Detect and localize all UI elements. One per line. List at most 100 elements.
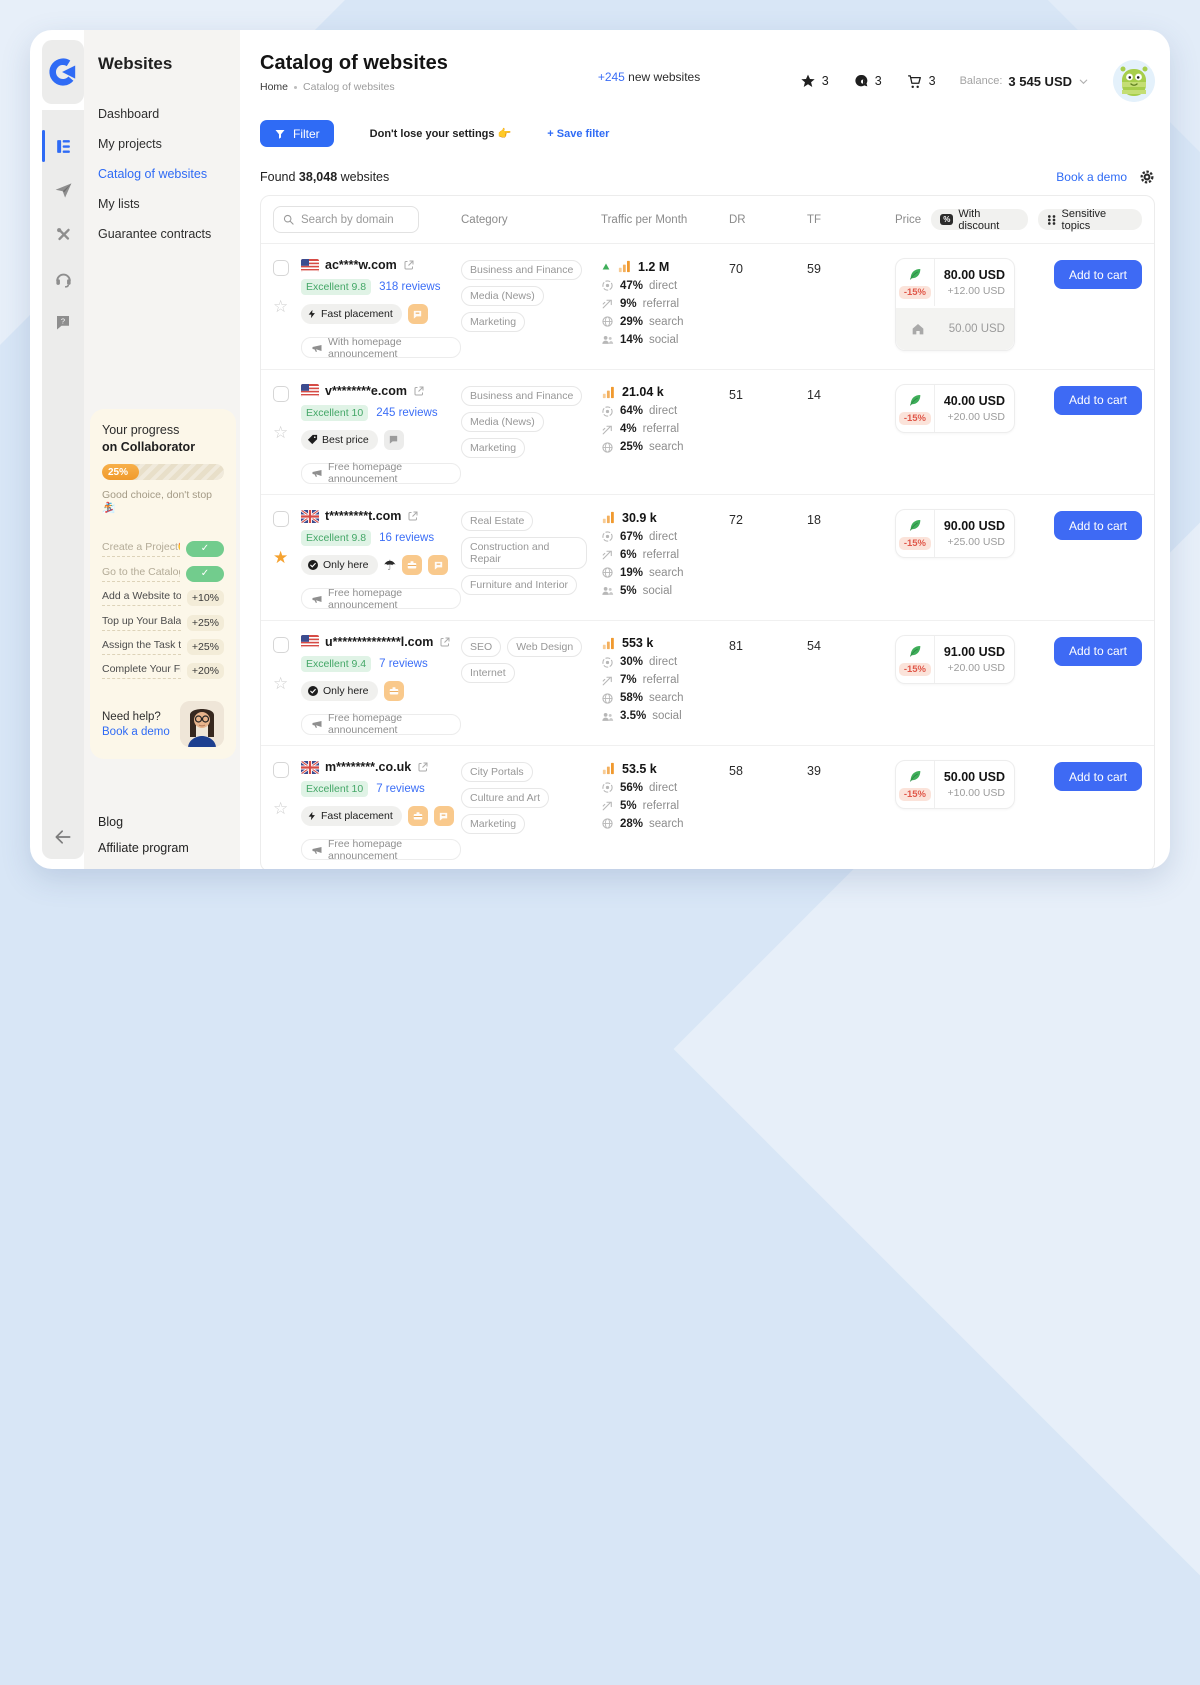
bars-icon [601, 385, 616, 400]
megaphone-icon [311, 467, 323, 479]
category-pill: Marketing [461, 312, 525, 332]
reviews-link[interactable]: 318 reviews [379, 281, 440, 293]
sidebar-item-my-projects[interactable]: My projects [98, 134, 240, 154]
messages-counter[interactable]: 3 [853, 73, 882, 89]
app-window: ? Websites DashboardMy projectsCatalog o… [30, 30, 1170, 869]
check-icon [307, 685, 319, 697]
rail-item-websites[interactable] [42, 124, 84, 168]
best-price-badge: Best price [301, 430, 378, 450]
price-main-value: 90.00 USD [944, 519, 1005, 533]
direct-icon [601, 530, 614, 543]
sensitive-topics-toggle[interactable]: Sensitive topics [1038, 209, 1142, 230]
progress-item-label: Assign the Task to the ... [102, 639, 181, 655]
traffic-value-line: 21.04 k [601, 385, 729, 400]
search-input[interactable] [301, 214, 406, 226]
breadcrumb-separator [294, 86, 297, 89]
external-icon [439, 636, 451, 648]
cart-counter[interactable]: 3 [906, 73, 936, 90]
domain-link[interactable]: t********t.com [325, 509, 401, 523]
sidebar-footer-links: Blog Affiliate program [84, 815, 240, 855]
traffic-referral: 7%referral [601, 674, 729, 687]
chat-badge-icon [384, 430, 404, 450]
gb-icon [301, 761, 319, 774]
traffic-cell: 53.5 k56%direct5%referral28%search [601, 760, 729, 830]
rail-item-tools[interactable] [42, 212, 84, 256]
progress-subtitle: on Collaborator [102, 440, 224, 454]
site-badges-line: Fast placement [301, 304, 461, 324]
rail-item-outreach[interactable] [42, 168, 84, 212]
reviews-link[interactable]: 7 reviews [376, 783, 425, 795]
dashboard-icon [54, 137, 73, 156]
site-rating-line: Excellent 10245 reviews [301, 405, 461, 421]
sidebar-item-my-lists[interactable]: My lists [98, 194, 240, 214]
favorite-star-icon[interactable]: ★ [273, 549, 288, 566]
referral-icon [601, 674, 614, 687]
row-checkbox[interactable] [273, 511, 289, 527]
help-block: Need help? Book a demo [102, 701, 224, 747]
domain-link[interactable]: u**************l.com [325, 635, 433, 649]
favorites-count: 3 [822, 74, 829, 88]
favorite-star-icon[interactable]: ☆ [273, 675, 288, 692]
filter-button[interactable]: Filter [260, 120, 334, 147]
new-websites-count: +245 [598, 70, 625, 84]
briefcase-badge-icon [408, 806, 428, 826]
domain-link[interactable]: v********e.com [325, 384, 407, 398]
add-to-cart-button[interactable]: Add to cart [1054, 511, 1142, 540]
search-box[interactable] [273, 206, 419, 233]
favorite-star-icon[interactable]: ☆ [273, 800, 288, 817]
favorite-star-icon[interactable]: ☆ [273, 424, 288, 441]
save-filter-button[interactable]: + Save filter [547, 128, 609, 140]
results-count: 38,048 [299, 170, 337, 184]
with-discount-toggle[interactable]: % With discount [931, 209, 1028, 230]
sidebar-link-blog[interactable]: Blog [98, 815, 240, 829]
rail-item-support[interactable] [42, 256, 84, 300]
breadcrumb-home[interactable]: Home [260, 81, 288, 93]
leaf-icon [907, 643, 923, 659]
progress-title: Your progress [102, 423, 224, 437]
reviews-link[interactable]: 245 reviews [376, 407, 437, 419]
category-pill: Marketing [461, 814, 525, 834]
announcement-line: Free homepage announcement [301, 463, 461, 485]
progress-item-label: Complete Your First De... [102, 663, 181, 679]
sidebar-link-affiliate-program[interactable]: Affiliate program [98, 841, 240, 855]
price-card: -15%90.00 USD+25.00 USD [895, 509, 1015, 558]
reviews-link[interactable]: 7 reviews [379, 658, 428, 670]
collapse-sidebar-button[interactable] [42, 815, 84, 859]
row-select-cell: ☆ [273, 760, 301, 817]
favorite-star-icon[interactable]: ☆ [273, 298, 288, 315]
balance-dropdown[interactable]: Balance: 3 545 USD [960, 74, 1089, 89]
sidebar-item-guarantee-contracts[interactable]: Guarantee contracts [98, 224, 240, 244]
book-demo-link[interactable]: Book a demo [102, 726, 170, 738]
gear-icon[interactable] [1139, 169, 1155, 185]
row-checkbox[interactable] [273, 762, 289, 778]
price-values: 80.00 USD+12.00 USD [935, 259, 1014, 306]
domain-link[interactable]: m********.co.uk [325, 760, 411, 774]
homepage-announcement-badge: Free homepage announcement [301, 714, 461, 735]
column-header-tf: TF [807, 214, 895, 226]
sidebar-item-catalog-of-websites[interactable]: Catalog of websites [98, 164, 240, 184]
add-to-cart-button[interactable]: Add to cart [1054, 260, 1142, 289]
add-to-cart-button[interactable]: Add to cart [1054, 637, 1142, 666]
external-icon [413, 385, 425, 397]
reviews-link[interactable]: 16 reviews [379, 532, 434, 544]
megaphone-icon [311, 844, 323, 856]
add-to-cart-button[interactable]: Add to cart [1054, 386, 1142, 415]
results-count-text: Found 38,048 websites [260, 170, 389, 184]
domain-link[interactable]: ac****w.com [325, 258, 397, 272]
sidebar-item-dashboard[interactable]: Dashboard [98, 104, 240, 124]
favorites-counter[interactable]: 3 [800, 73, 829, 89]
book-demo-link-main[interactable]: Book a demo [1056, 170, 1127, 184]
chat-badge-icon [434, 806, 454, 826]
category-pill: Web Design [507, 637, 582, 657]
rail-item-faq[interactable]: ? [42, 300, 84, 344]
user-avatar[interactable] [1113, 60, 1155, 102]
add-to-cart-button[interactable]: Add to cart [1054, 762, 1142, 791]
row-select-cell: ☆ [273, 258, 301, 315]
collaborator-logo[interactable] [42, 40, 84, 104]
traffic-value: 1.2 M [638, 260, 669, 274]
star-icon [800, 73, 816, 89]
row-checkbox[interactable] [273, 260, 289, 276]
row-checkbox[interactable] [273, 386, 289, 402]
category-pill: Internet [461, 663, 515, 683]
row-checkbox[interactable] [273, 637, 289, 653]
